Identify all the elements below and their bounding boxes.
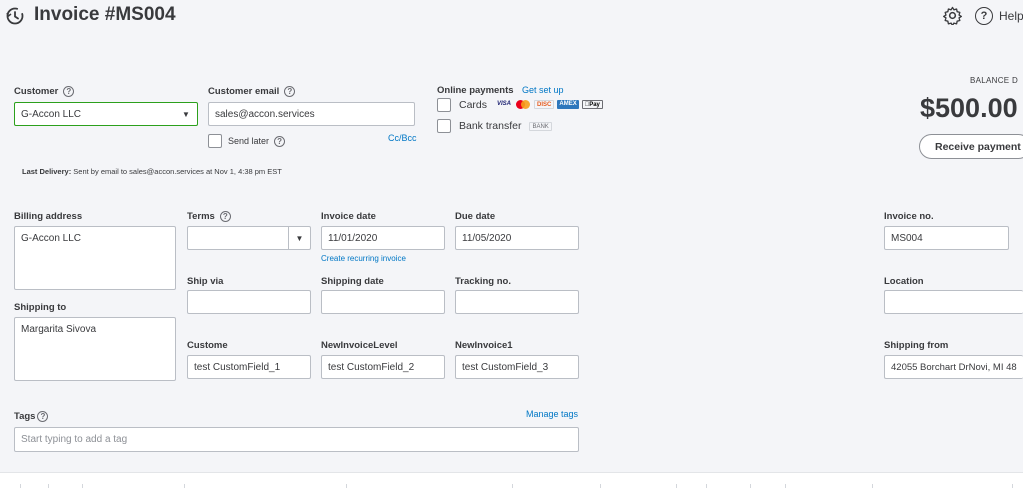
cc-bcc-link[interactable]: Cc/Bcc bbox=[388, 133, 417, 143]
question-circle-icon[interactable]: ? bbox=[274, 136, 286, 148]
tracking-no-field[interactable] bbox=[455, 290, 579, 314]
send-later-label: Send later? bbox=[228, 136, 286, 148]
get-set-up-link[interactable]: Get set up bbox=[522, 85, 564, 95]
shipping-to-field[interactable]: Margarita Sivova bbox=[14, 317, 176, 381]
column-divider bbox=[512, 484, 513, 488]
custom-field-3-label: NewInvoice1 bbox=[455, 340, 513, 351]
shipping-date-label: Shipping date bbox=[321, 276, 384, 287]
shipping-date-field[interactable] bbox=[321, 290, 445, 314]
line-items-table-header bbox=[0, 472, 1023, 488]
question-circle-icon[interactable]: ? bbox=[219, 211, 231, 222]
question-circle-icon: ? bbox=[975, 6, 993, 25]
cards-checkbox[interactable] bbox=[437, 98, 451, 112]
bank-transfer-label: Bank transfer bbox=[459, 120, 522, 132]
billing-address-field[interactable]: G-Accon LLC bbox=[14, 226, 176, 290]
question-circle-icon[interactable]: ? bbox=[284, 86, 296, 97]
customer-email-field[interactable]: sales@accon.services bbox=[208, 102, 415, 126]
chevron-down-icon[interactable]: ▼ bbox=[288, 227, 310, 249]
last-delivery-text: Sent by email to sales@accon.services at… bbox=[73, 167, 282, 176]
page-title: Invoice #MS004 bbox=[34, 4, 176, 25]
history-clock-icon[interactable] bbox=[5, 6, 25, 26]
due-date-field[interactable]: 11/05/2020 bbox=[455, 226, 579, 250]
column-divider bbox=[706, 484, 707, 488]
custom-field-1-input[interactable]: test CustomField_1 bbox=[187, 355, 311, 379]
custom-field-3-input[interactable]: test CustomField_3 bbox=[455, 355, 579, 379]
online-payments-label: Online payments bbox=[437, 85, 514, 96]
customer-select[interactable]: G-Accon LLC ▼ bbox=[14, 102, 198, 126]
due-date-label: Due date bbox=[455, 211, 496, 222]
last-delivery: Last Delivery: Sent by email to sales@ac… bbox=[22, 167, 282, 176]
column-divider bbox=[184, 484, 185, 488]
bank-transfer-checkbox[interactable] bbox=[437, 119, 451, 133]
receive-payment-button[interactable]: Receive payment bbox=[919, 134, 1023, 159]
amex-icon: AMEX bbox=[557, 100, 579, 109]
visa-icon: VISA bbox=[497, 101, 512, 107]
balance-due-label: BALANCE D bbox=[970, 76, 1019, 85]
invoice-date-field[interactable]: 11/01/2020 bbox=[321, 226, 445, 250]
send-later-checkbox[interactable] bbox=[208, 134, 222, 148]
invoice-date-label: Invoice date bbox=[321, 211, 376, 222]
terms-label: Terms? bbox=[187, 211, 231, 222]
last-delivery-label: Last Delivery: bbox=[22, 167, 72, 176]
custom-field-2-input[interactable]: test CustomField_2 bbox=[321, 355, 445, 379]
shipping-to-label: Shipping to bbox=[14, 302, 67, 313]
column-divider bbox=[1012, 484, 1013, 488]
online-payments-header: Online payments Get set up bbox=[437, 80, 564, 98]
column-divider bbox=[600, 484, 601, 488]
manage-tags-link[interactable]: Manage tags bbox=[526, 409, 578, 419]
custom-field-1-label: Custome bbox=[187, 340, 228, 351]
column-divider bbox=[82, 484, 83, 488]
tracking-no-label: Tracking no. bbox=[455, 276, 511, 287]
tags-input[interactable]: Start typing to add a tag bbox=[14, 427, 579, 452]
column-divider bbox=[872, 484, 873, 488]
location-field[interactable] bbox=[884, 290, 1023, 314]
invoice-no-field[interactable]: MS004 bbox=[884, 226, 1009, 250]
apple-pay-icon: Pay bbox=[581, 100, 603, 109]
help-label: Help bbox=[999, 8, 1023, 23]
ship-via-field[interactable] bbox=[187, 290, 311, 314]
cards-option: Cards VISA DISC AMEX Pay bbox=[459, 98, 606, 111]
bank-transfer-option: Bank transfer BANK bbox=[459, 120, 555, 132]
question-circle-icon[interactable]: ? bbox=[37, 411, 49, 422]
column-divider bbox=[20, 484, 21, 488]
gear-icon[interactable] bbox=[943, 6, 962, 27]
question-circle-icon[interactable]: ? bbox=[63, 86, 75, 97]
ship-via-label: Ship via bbox=[187, 276, 224, 287]
discover-icon: DISC bbox=[534, 100, 555, 109]
billing-address-label: Billing address bbox=[14, 211, 83, 222]
customer-value: G-Accon LLC bbox=[21, 108, 82, 120]
mastercard-icon bbox=[516, 100, 531, 109]
customer-label: Customer? bbox=[14, 86, 75, 97]
chevron-down-icon[interactable]: ▼ bbox=[175, 103, 197, 125]
tags-label: Tags? bbox=[14, 411, 49, 422]
column-divider bbox=[48, 484, 49, 488]
invoice-no-label: Invoice no. bbox=[884, 211, 934, 222]
location-label: Location bbox=[884, 276, 924, 287]
cards-label: Cards bbox=[459, 98, 488, 111]
bank-badge: BANK bbox=[529, 121, 552, 131]
column-divider bbox=[785, 484, 786, 488]
help-button[interactable]: ? Help bbox=[975, 6, 1023, 25]
shipping-from-label: Shipping from bbox=[884, 340, 949, 351]
custom-field-2-label: NewInvoiceLevel bbox=[321, 340, 398, 351]
customer-email-label: Customer email? bbox=[208, 86, 296, 97]
create-recurring-invoice-link[interactable]: Create recurring invoice bbox=[321, 254, 406, 263]
column-divider bbox=[676, 484, 677, 488]
column-divider bbox=[750, 484, 751, 488]
column-divider bbox=[346, 484, 347, 488]
tags-placeholder: Start typing to add a tag bbox=[21, 434, 128, 445]
balance-amount: $500.00 bbox=[920, 93, 1018, 123]
terms-select[interactable]: ▼ bbox=[187, 226, 311, 250]
shipping-from-field[interactable]: 42055 Borchart DrNovi, MI 48 bbox=[884, 355, 1023, 379]
